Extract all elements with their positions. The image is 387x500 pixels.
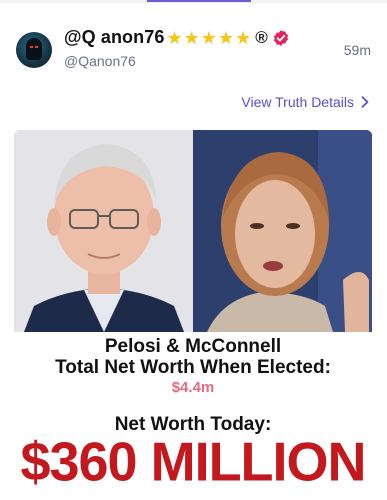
avatar-eye-right bbox=[35, 46, 38, 48]
star-icon: ★ bbox=[235, 27, 252, 48]
star-rating: ★ ★ ★ ★ ★ bbox=[166, 29, 252, 47]
post-timestamp: 59m bbox=[343, 42, 371, 58]
star-icon: ★ bbox=[200, 27, 217, 48]
photo-right-woman bbox=[193, 130, 372, 332]
author-handle[interactable]: @Qanon76 bbox=[64, 53, 136, 69]
net-worth-today-value: $360 MILLION bbox=[20, 431, 366, 493]
view-truth-details-link[interactable]: View Truth Details bbox=[241, 94, 369, 110]
author-name-row: @Q anon76 ★ ★ ★ ★ ★ ® bbox=[64, 27, 290, 48]
view-truth-details-label: View Truth Details bbox=[241, 94, 354, 110]
top-tab-indicator bbox=[0, 0, 387, 3]
avatar[interactable] bbox=[16, 32, 52, 68]
star-icon: ★ bbox=[183, 27, 200, 48]
post-image[interactable]: Pelosi & McConnell Total Net Worth When … bbox=[14, 130, 372, 500]
avatar-figure bbox=[26, 38, 42, 60]
display-name[interactable]: @Q anon76 bbox=[64, 27, 164, 48]
star-icon: ★ bbox=[217, 27, 235, 48]
headline-line-2: Total Net Worth When Elected: bbox=[55, 357, 331, 378]
chevron-right-icon bbox=[361, 96, 369, 108]
verified-badge-icon bbox=[273, 29, 288, 46]
elected-net-worth-value: $4.4m bbox=[171, 379, 215, 396]
headline-line-1: Pelosi & McConnell bbox=[104, 336, 282, 357]
photo-left-man bbox=[14, 130, 193, 332]
star-icon: ★ bbox=[166, 27, 183, 48]
avatar-eye-left bbox=[30, 46, 33, 48]
registered-mark: ® bbox=[255, 27, 268, 47]
